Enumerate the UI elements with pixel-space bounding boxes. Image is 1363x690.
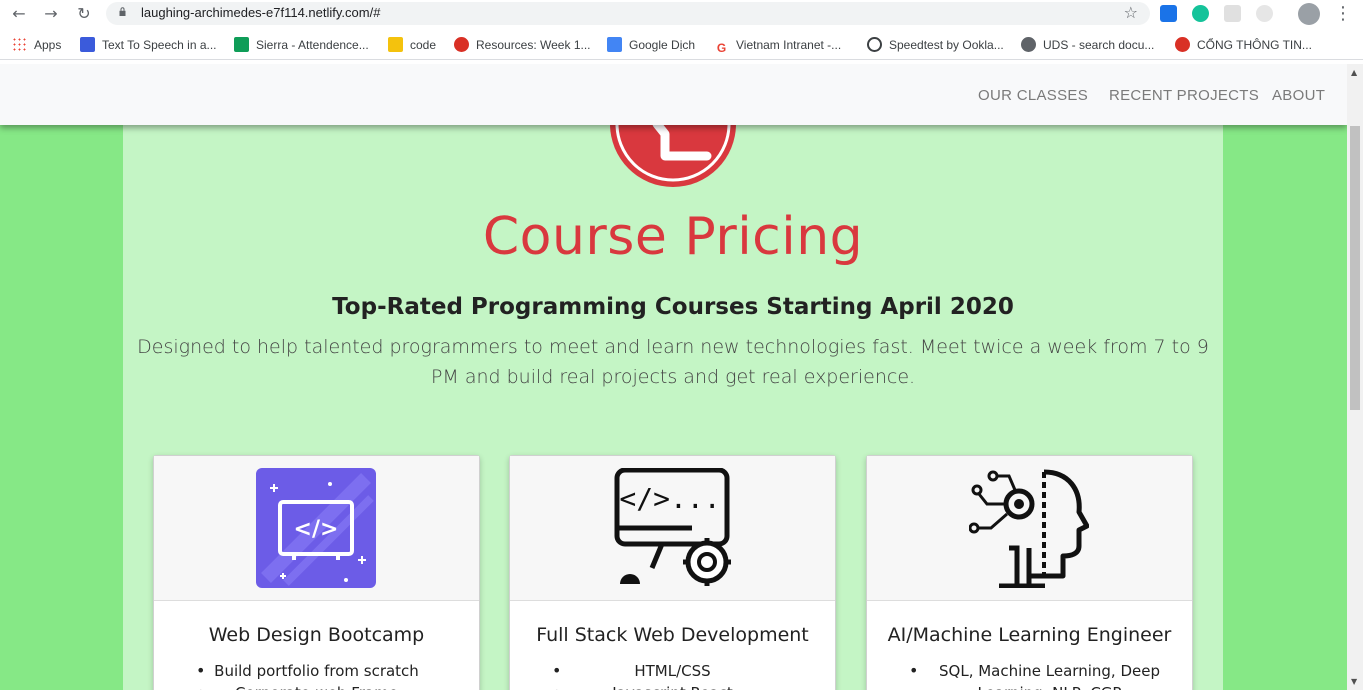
bookmark-label: CỔNG THÔNG TIN... xyxy=(1197,38,1312,52)
bookmark-label: Google Dịch xyxy=(629,38,696,52)
course-card-web-design: </> Web Design Bootcamp Build portfolio … xyxy=(153,455,480,690)
forward-icon[interactable]: → xyxy=(40,4,62,24)
nav-link-about[interactable]: ABOUT xyxy=(1272,87,1325,104)
folder-icon xyxy=(388,37,403,52)
card-title: AI/Machine Learning Engineer xyxy=(887,624,1172,646)
bookmark-cong-thong-tin[interactable]: CỔNG THÔNG TIN... xyxy=(1175,37,1312,53)
bookmark-vietnam-intranet[interactable]: G Vietnam Intranet -... xyxy=(714,37,842,56)
bookmark-label: Sierra - Attendence... xyxy=(256,38,369,52)
speedometer-icon xyxy=(867,37,882,52)
menu-kebab-icon[interactable]: ⋮ xyxy=(1332,4,1354,24)
bookmark-label: Resources: Week 1... xyxy=(476,38,591,52)
card-header xyxy=(867,456,1192,601)
course-card-full-stack: </>... Full Stack Web Development HTML/C… xyxy=(509,455,836,690)
svg-text:</>: </> xyxy=(294,517,339,542)
address-bar[interactable]: laughing-archimedes-e7f114.netlify.com/#… xyxy=(106,2,1150,25)
page-title: Course Pricing xyxy=(482,207,864,267)
bookmark-label: Vietnam Intranet -... xyxy=(736,38,842,52)
list-item: HTML/CSS xyxy=(510,660,835,682)
lock-icon xyxy=(119,7,126,16)
scrollbar-thumb[interactable] xyxy=(1350,126,1360,410)
list-item: SQL, Machine Learning, Deep Learning, NL… xyxy=(867,660,1192,690)
reload-icon[interactable]: ↻ xyxy=(73,4,95,24)
profile-avatar-icon[interactable] xyxy=(1298,3,1320,25)
card-feature-list: SQL, Machine Learning, Deep Learning, NL… xyxy=(867,660,1192,690)
bookmark-label: Apps xyxy=(34,38,62,52)
page-description: Designed to help talented programmers to… xyxy=(137,336,1209,388)
bookmark-speedtest[interactable]: Speedtest by Ookla... xyxy=(867,37,1004,53)
bookmark-favicon-icon xyxy=(454,37,469,52)
card-header: </> xyxy=(154,456,479,601)
google-icon: G xyxy=(714,41,729,56)
bookmarks-bar: Apps Text To Speech in a... Sierra - Att… xyxy=(0,30,1363,60)
bookmark-uds[interactable]: UDS - search docu... xyxy=(1021,37,1154,53)
list-item: Build portfolio from scratch xyxy=(154,660,479,682)
pricing-container: Course Pricing Top-Rated Programming Cou… xyxy=(123,64,1223,690)
bookmark-code[interactable]: code xyxy=(388,37,436,53)
bookmark-sierra[interactable]: Sierra - Attendence... xyxy=(234,37,369,53)
ai-head-icon xyxy=(969,469,1089,588)
bookmark-text-to-speech[interactable]: Text To Speech in a... xyxy=(80,37,217,53)
url-text: laughing-archimedes-e7f114.netlify.com/# xyxy=(141,5,381,20)
emblem-icon xyxy=(1175,37,1190,52)
extension-icon[interactable] xyxy=(1224,5,1241,22)
list-item: Javascript React xyxy=(510,682,835,690)
grammarly-icon[interactable] xyxy=(1192,5,1209,22)
bookmark-star-icon[interactable]: ☆ xyxy=(1124,3,1138,22)
globe-icon xyxy=(1021,37,1036,52)
course-card-ai-ml: AI/Machine Learning Engineer SQL, Machin… xyxy=(866,455,1193,690)
bookmark-resources[interactable]: Resources: Week 1... xyxy=(454,37,591,53)
top-navbar: OUR CLASSES RECENT PROJECTS ABOUT xyxy=(0,64,1347,125)
page-scrollbar[interactable]: ▲ ▼ xyxy=(1347,64,1363,690)
svg-text:</>...: </>... xyxy=(619,482,720,515)
bookmark-favicon-icon xyxy=(80,37,95,52)
bookmark-apps[interactable]: Apps xyxy=(12,37,61,53)
scroll-down-arrow-icon[interactable]: ▼ xyxy=(1351,677,1357,686)
bookmark-label: code xyxy=(410,38,437,52)
page-viewport: Course Pricing Top-Rated Programming Cou… xyxy=(0,64,1347,690)
apps-grid-icon xyxy=(12,37,27,52)
nav-link-recent-projects[interactable]: RECENT PROJECTS xyxy=(1109,87,1259,104)
page-subtitle: Top-Rated Programming Courses Starting A… xyxy=(332,294,1014,320)
card-feature-list: Build portfolio from scratch Corporate-w… xyxy=(154,660,479,690)
nav-link-our-classes[interactable]: OUR CLASSES xyxy=(978,87,1088,104)
computer-gear-icon: </>... xyxy=(614,468,731,586)
card-header: </>... xyxy=(510,456,835,601)
card-title: Web Design Bootcamp xyxy=(208,624,425,646)
bookmark-favicon-icon xyxy=(234,37,249,52)
bookmark-label: UDS - search docu... xyxy=(1043,38,1155,52)
extension-drop-icon[interactable] xyxy=(1160,5,1177,22)
card-title: Full Stack Web Development xyxy=(536,624,809,646)
translate-icon xyxy=(607,37,622,52)
card-feature-list: HTML/CSS Javascript React xyxy=(510,660,835,690)
browser-toolbar: ← → ↻ laughing-archimedes-e7f114.netlify… xyxy=(0,0,1363,28)
extension-icon-2[interactable] xyxy=(1256,5,1273,22)
bookmark-label: Speedtest by Ookla... xyxy=(889,38,1004,52)
back-icon[interactable]: ← xyxy=(8,4,30,24)
bookmark-google-dich[interactable]: Google Dịch xyxy=(607,37,695,53)
list-item: Corporate-web Frame xyxy=(154,682,479,690)
code-window-icon: </> xyxy=(256,468,376,588)
bookmark-label: Text To Speech in a... xyxy=(102,38,217,52)
scroll-up-arrow-icon[interactable]: ▲ xyxy=(1351,68,1357,77)
